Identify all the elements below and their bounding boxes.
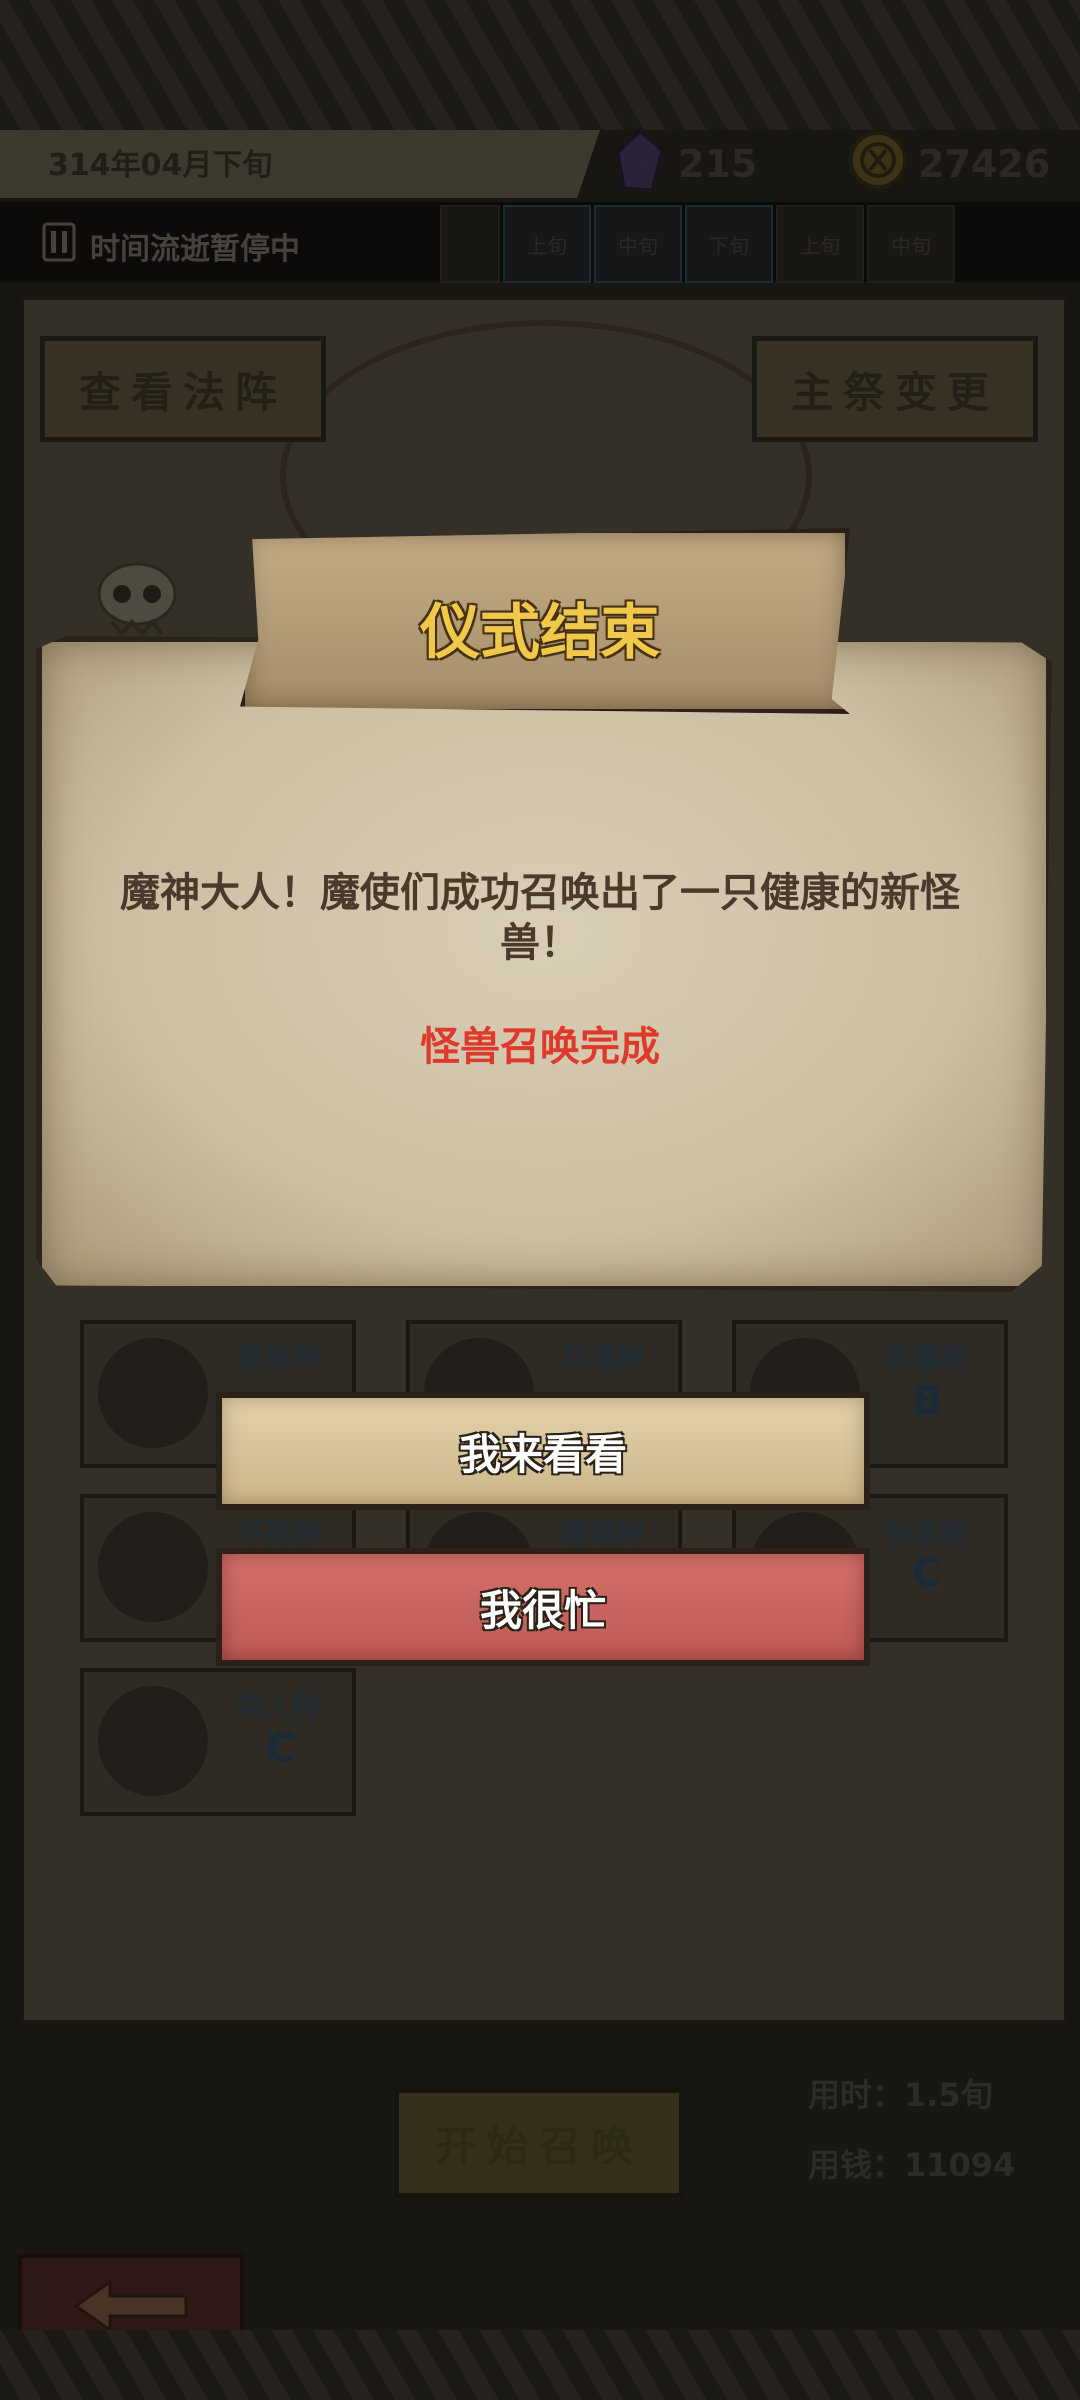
skull-icon: [97, 562, 177, 638]
dialog-title: 仪式结束: [420, 598, 660, 668]
dialog-message: 魔神大人！魔使们成功召唤出了一只健康的新怪兽！: [120, 870, 960, 966]
summon-status: 怪兽召唤完成: [420, 1024, 660, 1070]
view-monster-button[interactable]: 我来看看: [216, 1392, 870, 1510]
dismiss-button[interactable]: 我很忙: [216, 1548, 870, 1666]
